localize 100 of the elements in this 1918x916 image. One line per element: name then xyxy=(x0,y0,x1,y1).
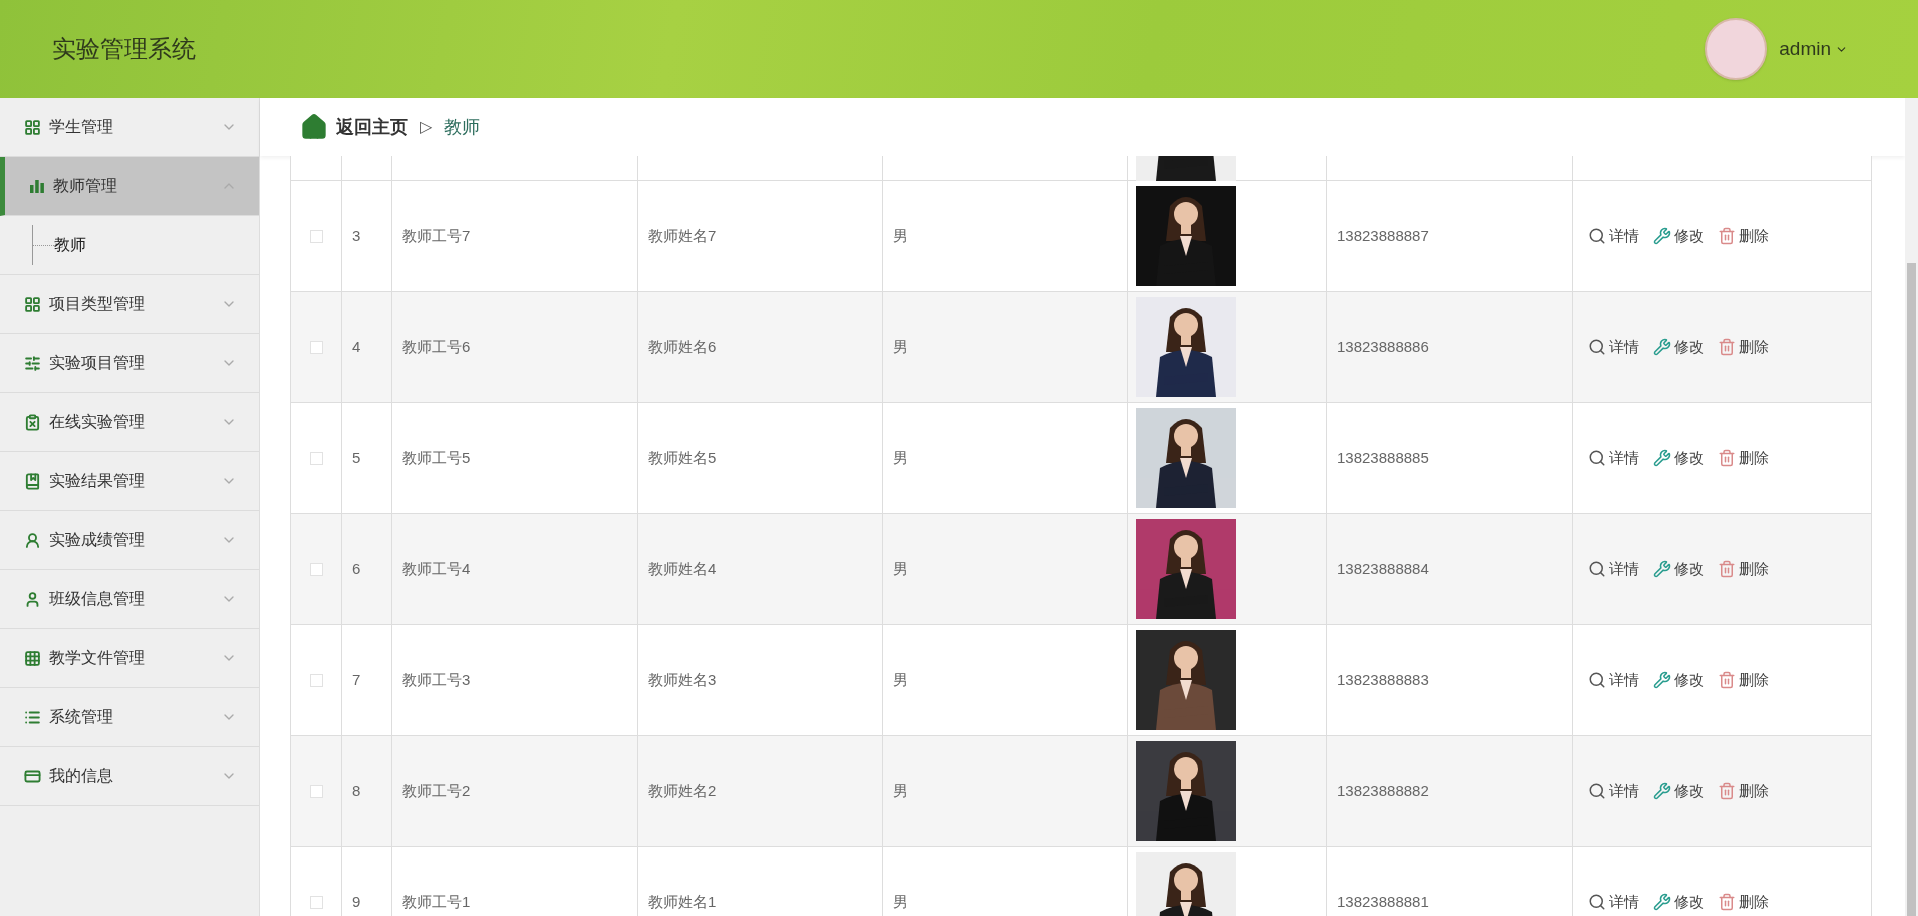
teacher-id: 教师工号5 xyxy=(402,447,471,468)
action-link[interactable]: 删除 xyxy=(1718,224,1769,248)
action-link[interactable]: 详情 xyxy=(1588,224,1639,248)
wrench-icon xyxy=(1653,449,1671,467)
trash-icon xyxy=(1718,893,1736,911)
clipboard-icon xyxy=(24,413,41,431)
gender: 男 xyxy=(893,225,908,246)
action-link[interactable]: 删除 xyxy=(1718,890,1769,914)
row-checkbox[interactable] xyxy=(309,229,323,243)
trash-icon xyxy=(1718,338,1736,356)
gender: 男 xyxy=(893,891,908,912)
bar-chart-icon xyxy=(29,178,45,194)
sidebar-item[interactable]: 项目类型管理 xyxy=(0,275,259,334)
details-icon xyxy=(1588,893,1606,911)
home-link[interactable]: 返回主页 xyxy=(336,113,408,141)
row-checkbox[interactable] xyxy=(309,340,323,354)
row-index: 9 xyxy=(352,891,361,912)
user-menu[interactable]: admin xyxy=(1779,34,1848,64)
wrench-icon xyxy=(1653,893,1671,911)
teacher-id: 教师工号7 xyxy=(402,225,471,246)
action-link[interactable]: 修改 xyxy=(1653,890,1704,914)
row-checkbox[interactable] xyxy=(309,784,323,798)
sidebar-item[interactable]: 教学文件管理 xyxy=(0,629,259,688)
action-link[interactable]: 删除 xyxy=(1718,779,1769,803)
scrollbar[interactable] xyxy=(1905,98,1918,916)
scrollbar-thumb[interactable] xyxy=(1907,263,1916,916)
teacher-name: 教师姓名2 xyxy=(648,780,717,801)
teacher-id: 教师工号6 xyxy=(402,336,471,357)
trash-icon xyxy=(1718,227,1736,245)
sidebar-subitem[interactable]: 教师 xyxy=(54,233,86,257)
action-link[interactable]: 修改 xyxy=(1653,668,1704,692)
phone-number: 13823888883 xyxy=(1337,669,1429,690)
row-checkbox[interactable] xyxy=(309,451,323,465)
row-index: 5 xyxy=(352,447,361,468)
wrench-icon xyxy=(1653,782,1671,800)
action-link[interactable]: 详情 xyxy=(1588,335,1639,359)
phone-number: 13823888882 xyxy=(1337,780,1429,801)
teacher-name: 教师姓名7 xyxy=(648,225,717,246)
action-link[interactable]: 删除 xyxy=(1718,668,1769,692)
gender: 男 xyxy=(893,669,908,690)
gender: 男 xyxy=(893,780,908,801)
action-link[interactable]: 删除 xyxy=(1718,557,1769,581)
row-index: 8 xyxy=(352,780,361,801)
wrench-icon xyxy=(1653,560,1671,578)
action-link[interactable]: 详情 xyxy=(1588,779,1639,803)
grid-icon xyxy=(24,295,41,313)
breadcrumb-current: 教师 xyxy=(444,115,480,139)
action-link[interactable]: 详情 xyxy=(1588,890,1639,914)
book-icon xyxy=(24,472,41,490)
action-link[interactable]: 修改 xyxy=(1653,557,1704,581)
grid-icon xyxy=(24,649,41,667)
row-index: 6 xyxy=(352,558,361,579)
teacher-name: 教师姓名4 xyxy=(648,558,717,579)
sidebar-item[interactable]: 系统管理 xyxy=(0,688,259,747)
details-icon xyxy=(1588,671,1606,689)
sidebar-item[interactable]: 在线实验管理 xyxy=(0,393,259,452)
phone-number: 13823888887 xyxy=(1337,225,1429,246)
row-checkbox[interactable] xyxy=(309,895,323,909)
sidebar-item[interactable]: 实验项目管理 xyxy=(0,334,259,393)
action-link[interactable]: 删除 xyxy=(1718,446,1769,470)
row-checkbox[interactable] xyxy=(309,673,323,687)
action-link[interactable]: 删除 xyxy=(1718,335,1769,359)
action-link[interactable]: 修改 xyxy=(1653,224,1704,248)
teacher-id: 教师工号4 xyxy=(402,558,471,579)
details-icon xyxy=(1588,338,1606,356)
home-icon xyxy=(300,113,328,141)
teacher-id: 教师工号1 xyxy=(402,891,471,912)
trash-icon xyxy=(1718,449,1736,467)
action-link[interactable]: 详情 xyxy=(1588,668,1639,692)
sidebar-item[interactable]: 实验成绩管理 xyxy=(0,511,259,570)
trash-icon xyxy=(1718,671,1736,689)
action-link[interactable]: 修改 xyxy=(1653,779,1704,803)
details-icon xyxy=(1588,449,1606,467)
phone-number: 13823888881 xyxy=(1337,891,1429,912)
details-icon xyxy=(1588,782,1606,800)
row-index: 7 xyxy=(352,669,361,690)
gender: 男 xyxy=(893,336,908,357)
sliders-icon xyxy=(24,354,41,372)
teacher-name: 教师姓名5 xyxy=(648,447,717,468)
gender: 男 xyxy=(893,447,908,468)
grid-icon xyxy=(24,118,41,136)
row-checkbox[interactable] xyxy=(309,562,323,576)
teacher-id: 教师工号3 xyxy=(402,669,471,690)
details-icon xyxy=(1588,227,1606,245)
teacher-name: 教师姓名1 xyxy=(648,891,717,912)
action-link[interactable]: 详情 xyxy=(1588,446,1639,470)
sidebar-item[interactable]: 我的信息 xyxy=(0,747,259,806)
action-link[interactable]: 详情 xyxy=(1588,557,1639,581)
sidebar-item[interactable]: 班级信息管理 xyxy=(0,570,259,629)
sidebar-item[interactable]: 实验结果管理 xyxy=(0,452,259,511)
row-index: 3 xyxy=(352,225,361,246)
action-link[interactable]: 修改 xyxy=(1653,335,1704,359)
sidebar-item[interactable]: 教师管理 xyxy=(0,157,259,216)
person-icon xyxy=(24,531,41,549)
breadcrumb-separator: ▷ xyxy=(420,117,432,137)
app-title: 实验管理系统 xyxy=(52,34,196,64)
row-index: 4 xyxy=(352,336,361,357)
phone-number: 13823888884 xyxy=(1337,558,1429,579)
gender: 男 xyxy=(893,558,908,579)
action-link[interactable]: 修改 xyxy=(1653,446,1704,470)
